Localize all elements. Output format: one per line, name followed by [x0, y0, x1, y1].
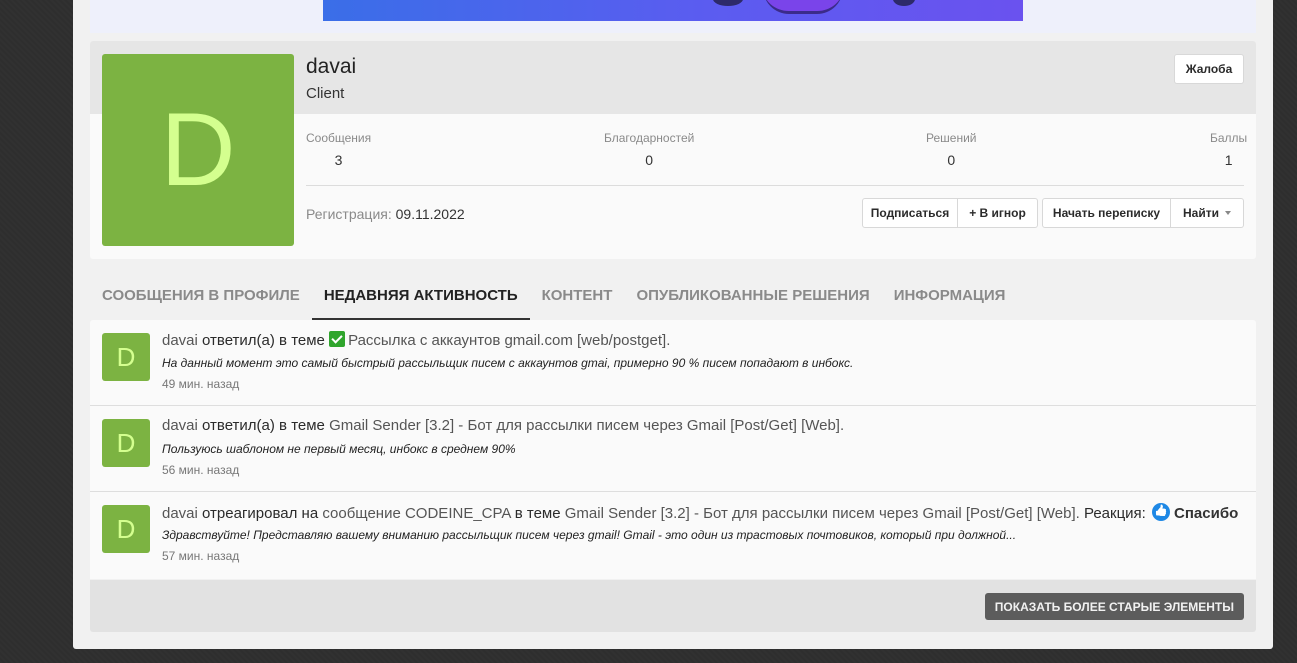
stat-label: Решений — [926, 131, 977, 145]
activity-headline: davai ответил(а) в теме Gmail Sender [3.… — [162, 417, 844, 434]
activity-time[interactable]: 49 мин. назад — [162, 377, 239, 391]
reaction-name: Спасибо — [1174, 505, 1239, 522]
tab-content[interactable]: КОНТЕНТ — [530, 274, 625, 320]
reaction-label: Реакция: — [1083, 505, 1146, 522]
activity-feed: D davai ответил(а) в теме Рассылка с акк… — [90, 320, 1256, 579]
user-link[interactable]: davai — [162, 417, 198, 434]
stat-label: Баллы — [1210, 131, 1248, 145]
ignore-button[interactable]: + В игнор — [958, 198, 1038, 228]
action-text: ответил(а) в теме — [202, 417, 325, 434]
show-older-button[interactable]: ПОКАЗАТЬ БОЛЕЕ СТАРЫЕ ЭЛЕМЕНТЫ — [984, 593, 1244, 620]
action-text: отреагировал на — [202, 505, 319, 522]
action-text: ответил(а) в теме — [202, 332, 325, 349]
user-title: Client — [306, 85, 345, 102]
divider — [306, 185, 1244, 186]
user-link[interactable]: davai — [162, 505, 198, 522]
registration-info: Регистрация: 09.11.2022 — [306, 206, 465, 222]
stat-label: Сообщения — [306, 131, 372, 145]
activity-snippet: Пользуюсь шаблоном не первый месяц, инбо… — [162, 442, 516, 456]
avatar[interactable]: D — [102, 333, 150, 381]
stat-points[interactable]: Баллы 1 — [1210, 131, 1247, 168]
avatar[interactable]: D — [102, 54, 294, 246]
activity-headline: davai отреагировал на сообщение CODEINE_… — [162, 503, 1238, 522]
thumbs-up-icon — [1152, 503, 1171, 521]
stat-value: 3 — [334, 152, 343, 168]
list-item: D davai ответил(а) в теме Рассылка с акк… — [90, 320, 1256, 406]
profile-tabs: СООБЩЕНИЯ В ПРОФИЛЕ НЕДАВНЯЯ АКТИВНОСТЬ … — [90, 274, 1017, 320]
feed-footer: ПОКАЗАТЬ БОЛЕЕ СТАРЫЕ ЭЛЕМЕНТЫ — [90, 580, 1256, 632]
stat-label: Благодарностей — [604, 131, 695, 145]
tab-published-solutions[interactable]: ОПУБЛИКОВАННЫЕ РЕШЕНИЯ — [624, 274, 881, 320]
username: davai — [306, 55, 357, 78]
avatar[interactable]: D — [102, 419, 150, 467]
activity-time[interactable]: 57 мин. назад — [162, 549, 239, 563]
thread-link[interactable]: Gmail Sender [3.2] - Бот для рассылки пи… — [565, 505, 1080, 522]
in-thread-text: в теме — [514, 505, 561, 522]
tab-profile-posts[interactable]: СООБЩЕНИЯ В ПРОФИЛЕ — [90, 274, 312, 320]
follow-button[interactable]: Подписаться — [862, 198, 958, 228]
registration-date: 09.11.2022 — [395, 206, 465, 222]
profile-stats: Сообщения 3 Благодарностей 0 Решений 0 Б… — [306, 131, 1247, 171]
report-button[interactable]: Жалоба — [1174, 54, 1244, 84]
activity-headline: davai ответил(а) в теме Рассылка с аккау… — [162, 331, 670, 349]
tab-information[interactable]: ИНФОРМАЦИЯ — [882, 274, 1018, 320]
activity-snippet: На данный момент это самый быстрый рассы… — [162, 356, 854, 370]
stat-value: 0 — [947, 152, 956, 168]
thread-link[interactable]: Gmail Sender [3.2] - Бот для рассылки пи… — [329, 417, 844, 434]
stat-messages[interactable]: Сообщения 3 — [306, 131, 371, 168]
activity-time[interactable]: 56 мин. назад — [162, 463, 239, 477]
stat-thanks: Благодарностей 0 — [604, 131, 694, 168]
check-mark-icon — [329, 331, 346, 347]
list-item: D davai отреагировал на сообщение CODEIN… — [90, 492, 1256, 579]
registration-label: Регистрация: — [306, 206, 392, 222]
list-item: D davai ответил(а) в теме Gmail Sender [… — [90, 406, 1256, 492]
avatar[interactable]: D — [102, 505, 150, 553]
follow-ignore-group: Подписаться + В игнор — [862, 198, 1038, 228]
post-link[interactable]: сообщение CODEINE_CPA — [322, 505, 510, 522]
profile-actions: Подписаться + В игнор Начать переписку Н… — [862, 198, 1244, 228]
tab-recent-activity[interactable]: НЕДАВНЯЯ АКТИВНОСТЬ — [311, 274, 530, 320]
thread-link[interactable]: Рассылка с аккаунтов gmail.com [web/post… — [348, 332, 670, 349]
page-container: D davai Client Жалоба Сообщения 3 Благод… — [73, 0, 1273, 649]
find-label: Найти — [1183, 206, 1219, 220]
stat-value: 0 — [645, 152, 654, 168]
activity-snippet: Здравствуйте! Представляю вашему внимани… — [162, 528, 1017, 542]
conversation-find-group: Начать переписку Найти — [1042, 198, 1244, 228]
user-link[interactable]: davai — [162, 332, 198, 349]
advertisement-banner[interactable] — [323, 0, 1023, 21]
stat-value: 1 — [1224, 152, 1233, 168]
stat-solutions: Решений 0 — [926, 131, 976, 168]
caret-down-icon — [1224, 211, 1231, 215]
banner-area — [90, 0, 1256, 33]
profile-card: D davai Client Жалоба Сообщения 3 Благод… — [90, 41, 1256, 259]
find-dropdown-button[interactable]: Найти — [1171, 198, 1244, 228]
start-conversation-button[interactable]: Начать переписку — [1042, 198, 1171, 228]
